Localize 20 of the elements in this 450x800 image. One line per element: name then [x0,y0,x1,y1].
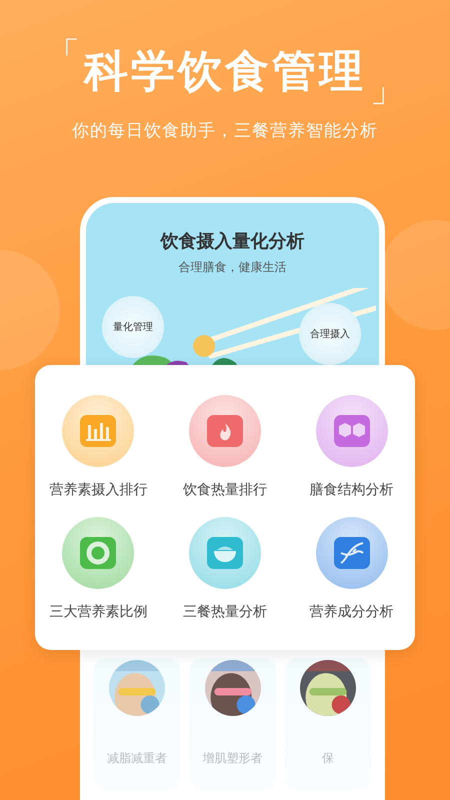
user-type-card[interactable]: 保 [285,658,371,790]
user-type-card[interactable]: 减脂减重者 [94,658,180,790]
bubble-label: 量化管理 [102,296,164,358]
banner-subtitle: 合理膳食，健康生活 [178,259,286,276]
bracket-mark: 」 [370,73,404,107]
feature-label: 营养成分分析 [310,602,394,620]
user-type-label: 保 [322,750,334,767]
feature-label: 饮食热量排行 [182,480,267,498]
bracket-mark: 「 [46,38,80,72]
headline-subtitle: 你的每日饮食助手，三餐营养智能分析 [72,120,378,142]
feature-label: 三餐热量分析 [182,602,267,620]
feature-label: 三大营养素比例 [49,602,148,620]
feature-label: 膳食结构分析 [310,480,394,498]
headline-title: 科学饮食管理 [84,45,366,99]
banner-title: 饮食摄入量化分析 [160,230,304,253]
user-type-label: 增肌塑形者 [202,750,262,767]
user-type-card[interactable]: 增肌塑形者 [190,658,276,790]
user-type-label: 减脂减重者 [107,750,167,767]
bubble-label: 合理摄入 [299,303,361,365]
feature-label: 营养素摄入排行 [49,480,148,498]
